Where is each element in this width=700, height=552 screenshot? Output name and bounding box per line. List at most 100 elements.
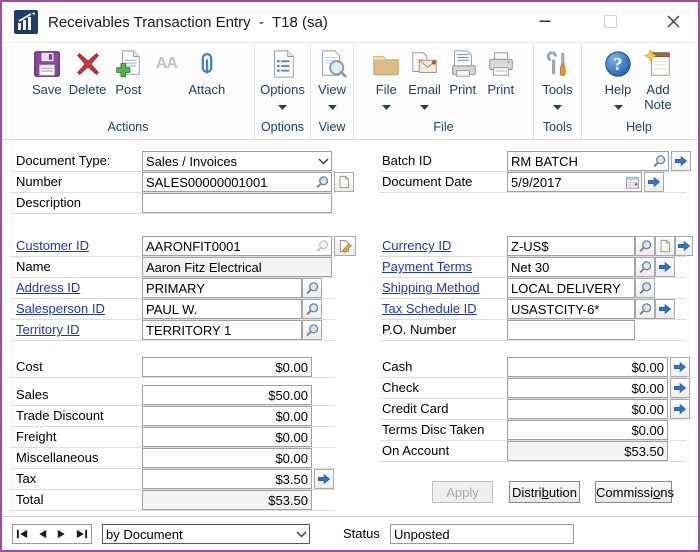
salesperson-id-lookup-button[interactable]	[302, 299, 322, 319]
number-input[interactable]	[143, 173, 313, 191]
salesperson-id-input[interactable]	[143, 300, 301, 318]
batch-id-input[interactable]	[508, 152, 650, 170]
currency-id-field[interactable]	[507, 236, 635, 256]
credit-card-input[interactable]	[508, 400, 667, 418]
freight-field[interactable]	[142, 427, 312, 447]
sales-input[interactable]	[143, 386, 311, 404]
delete-button[interactable]: Delete	[66, 46, 110, 97]
cost-field[interactable]	[142, 357, 312, 377]
miscellaneous-input[interactable]	[143, 449, 311, 467]
tax-field[interactable]	[142, 469, 312, 489]
calendar-icon[interactable]	[623, 174, 641, 190]
batch-id-expansion-button[interactable]	[671, 151, 691, 171]
sort-by-select[interactable]: by Document	[102, 524, 310, 544]
lookup-icon[interactable]	[650, 153, 668, 169]
tools-button[interactable]: Tools	[539, 46, 577, 106]
payment-terms-input[interactable]	[508, 258, 634, 276]
tax-schedule-id-expansion-button[interactable]	[655, 299, 675, 319]
tax-schedule-id-link[interactable]: Tax Schedule ID	[382, 299, 477, 319]
tax-schedule-id-input[interactable]	[508, 300, 634, 318]
address-id-input[interactable]	[143, 279, 301, 297]
cash-input[interactable]	[508, 358, 667, 376]
tax-schedule-id-lookup-button[interactable]	[635, 299, 655, 319]
customer-id-input[interactable]	[143, 237, 313, 255]
print-document-button[interactable]: Print	[444, 46, 482, 97]
currency-id-input[interactable]	[508, 237, 634, 255]
first-record-button[interactable]	[15, 527, 31, 541]
credit-card-field[interactable]	[507, 399, 668, 419]
email-button[interactable]: Email	[405, 46, 444, 106]
tax-schedule-id-field[interactable]	[507, 299, 635, 319]
customer-id-link[interactable]: Customer ID	[16, 236, 89, 256]
shipping-method-lookup-button[interactable]	[635, 278, 655, 298]
help-button[interactable]: ? Help	[599, 46, 637, 106]
currency-id-note-button[interactable]	[655, 236, 675, 256]
payment-terms-expansion-button[interactable]	[655, 257, 675, 277]
commissions-button[interactable]: Commissions	[595, 481, 672, 503]
shipping-method-link[interactable]: Shipping Method	[382, 278, 480, 298]
print-button[interactable]: Print	[482, 46, 520, 97]
previous-record-button[interactable]	[34, 527, 50, 541]
view-button[interactable]: View	[313, 46, 351, 106]
trade-discount-input[interactable]	[143, 407, 311, 425]
po-number-input[interactable]	[508, 321, 634, 339]
cash-field[interactable]	[507, 357, 668, 377]
salesperson-id-field[interactable]	[142, 299, 302, 319]
freight-input[interactable]	[143, 428, 311, 446]
last-record-button[interactable]	[73, 527, 89, 541]
next-record-button[interactable]	[54, 527, 70, 541]
miscellaneous-field[interactable]	[142, 448, 312, 468]
address-id-field[interactable]	[142, 278, 302, 298]
shipping-method-field[interactable]	[507, 278, 635, 298]
po-number-field[interactable]	[507, 320, 635, 340]
customer-id-field[interactable]	[142, 236, 332, 256]
check-field[interactable]	[507, 378, 668, 398]
customer-note-button[interactable]	[334, 236, 356, 256]
attach-button[interactable]: Attach	[185, 46, 228, 97]
terms-disc-taken-field[interactable]	[507, 420, 668, 440]
currency-id-link[interactable]: Currency ID	[382, 236, 451, 256]
minimize-button[interactable]	[534, 10, 556, 32]
distribution-button[interactable]: Distribution	[509, 481, 580, 503]
cost-input[interactable]	[143, 358, 311, 376]
document-date-field[interactable]	[507, 172, 642, 192]
options-button[interactable]: Options	[257, 46, 308, 106]
address-id-lookup-button[interactable]	[302, 278, 322, 298]
payment-terms-field[interactable]	[507, 257, 635, 277]
check-input[interactable]	[508, 379, 667, 397]
tax-expansion-button[interactable]	[314, 469, 334, 489]
currency-id-lookup-button[interactable]	[635, 236, 655, 256]
document-date-expansion-button[interactable]	[644, 172, 664, 192]
cash-expansion-button[interactable]	[670, 357, 690, 377]
file-button[interactable]: File	[367, 46, 405, 106]
post-button[interactable]: Post	[109, 46, 147, 97]
shipping-method-input[interactable]	[508, 279, 634, 297]
number-note-button[interactable]	[334, 172, 354, 192]
address-id-link[interactable]: Address ID	[16, 278, 80, 298]
tax-input[interactable]	[143, 470, 311, 488]
save-button[interactable]: Save	[28, 46, 66, 97]
description-field[interactable]	[142, 193, 332, 213]
sales-field[interactable]	[142, 385, 312, 405]
territory-id-link[interactable]: Territory ID	[16, 320, 80, 340]
territory-id-input[interactable]	[143, 321, 301, 339]
payment-terms-lookup-button[interactable]	[635, 257, 655, 277]
check-expansion-button[interactable]	[670, 378, 690, 398]
number-field[interactable]	[142, 172, 332, 192]
maximize-button[interactable]	[599, 10, 621, 32]
trade-discount-field[interactable]	[142, 406, 312, 426]
terms-disc-taken-input[interactable]	[508, 421, 667, 439]
payment-terms-link[interactable]: Payment Terms	[382, 257, 472, 277]
document-date-input[interactable]	[508, 173, 623, 191]
credit-card-expansion-button[interactable]	[670, 399, 690, 419]
description-input[interactable]	[143, 194, 331, 212]
lookup-icon[interactable]	[313, 174, 331, 190]
document-type-select[interactable]: Sales / Invoices	[142, 151, 332, 171]
currency-id-expansion-button[interactable]	[675, 236, 693, 256]
batch-id-field[interactable]	[507, 151, 669, 171]
add-note-button[interactable]: Add Note	[637, 46, 679, 112]
territory-id-lookup-button[interactable]	[302, 320, 322, 340]
salesperson-id-link[interactable]: Salesperson ID	[16, 299, 105, 319]
territory-id-field[interactable]	[142, 320, 302, 340]
close-button[interactable]	[662, 10, 684, 32]
